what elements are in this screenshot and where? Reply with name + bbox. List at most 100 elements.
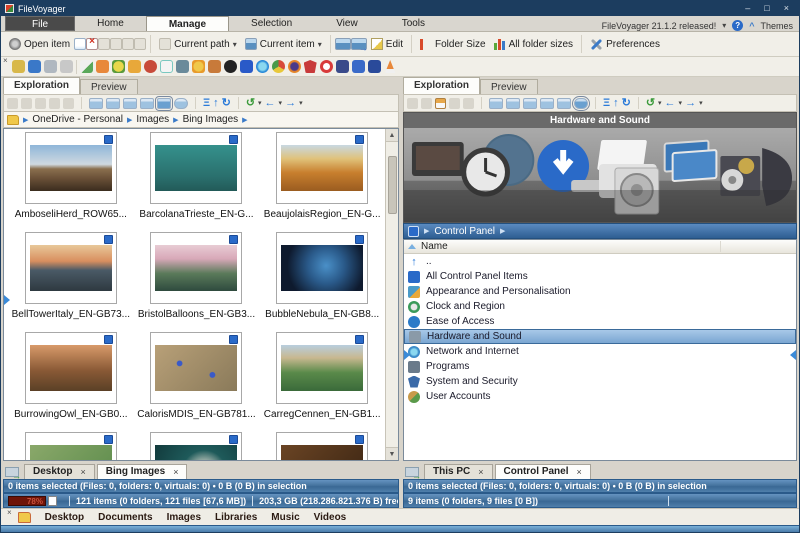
paste-icon[interactable] — [435, 98, 446, 109]
undo-icon[interactable] — [449, 98, 460, 109]
history-icon[interactable]: ↺ — [646, 98, 655, 109]
photos-icon[interactable] — [352, 60, 365, 73]
bottom-tab-desktop[interactable]: Desktop × — [24, 464, 95, 479]
file-item[interactable] — [134, 432, 260, 460]
back-icon[interactable]: ← — [665, 98, 676, 109]
minimize-icon[interactable]: – — [745, 1, 750, 16]
collapse-pane-left-icon[interactable] — [4, 295, 10, 305]
close-icon[interactable]: × — [784, 1, 789, 16]
view-thumbnails-icon[interactable] — [557, 98, 571, 109]
list-item[interactable]: Programs — [404, 359, 796, 374]
firefox-icon[interactable] — [288, 60, 301, 73]
view-tiles-icon[interactable] — [506, 98, 520, 109]
announcement-link[interactable]: FileVoyager 21.1.2 released! — [602, 21, 717, 31]
image-icon[interactable] — [60, 60, 73, 73]
quickbar-close-icon[interactable]: × — [3, 57, 8, 65]
left-tab-exploration[interactable]: Exploration — [3, 77, 80, 94]
collapse-pane-right-icon[interactable] — [790, 350, 796, 360]
list-item-up[interactable]: ↑.. — [404, 254, 796, 269]
tab-close-icon[interactable]: × — [173, 467, 178, 477]
edge-icon[interactable] — [256, 60, 269, 73]
fav-link-music[interactable]: Music — [271, 512, 299, 523]
tab-view[interactable]: View — [314, 16, 380, 31]
tab-selection[interactable]: Selection — [229, 16, 314, 31]
list-header[interactable]: Name — [404, 240, 796, 254]
back-caret-icon[interactable]: ▾ — [279, 99, 283, 107]
right-tab-preview[interactable]: Preview — [480, 79, 538, 94]
file-item[interactable]: CalorisMDIS_EN-GB781... — [134, 332, 260, 432]
bottom-tab-bing-images[interactable]: Bing Images × — [97, 464, 188, 479]
tab-home[interactable]: Home — [75, 16, 146, 31]
refresh-icon[interactable]: ↻ — [222, 98, 231, 109]
view-columns-icon[interactable] — [140, 98, 154, 109]
bottom-tab-this-pc[interactable]: This PC × — [424, 464, 493, 479]
document-user-icon[interactable] — [44, 60, 57, 73]
file-item[interactable] — [259, 432, 385, 460]
view-image-icon[interactable] — [335, 38, 351, 50]
tab-close-icon[interactable]: × — [478, 467, 483, 477]
help-blue-icon[interactable] — [240, 60, 253, 73]
forward-icon[interactable]: → — [285, 98, 296, 109]
bottom-tab-control-panel[interactable]: Control Panel × — [495, 464, 591, 479]
bank-icon[interactable] — [176, 60, 189, 73]
paste-icon[interactable] — [35, 98, 46, 109]
file-item[interactable]: CarregCennen_EN-GB1... — [259, 332, 385, 432]
file-item[interactable]: BristolBalloons_EN-GB3... — [134, 232, 260, 332]
opera-icon[interactable] — [320, 60, 333, 73]
view-details-icon[interactable] — [89, 98, 103, 109]
help-icon[interactable]: ? — [732, 20, 743, 31]
list-item[interactable]: Network and Internet — [404, 344, 796, 359]
collapse-all-icon[interactable]: Ξ — [603, 98, 610, 109]
preferences-button[interactable]: Preferences — [586, 36, 664, 53]
back-icon[interactable]: ← — [265, 98, 276, 109]
tab-manage[interactable]: Manage — [146, 16, 229, 31]
announcement-caret-icon[interactable]: ▾ — [722, 21, 726, 30]
forward-caret-icon[interactable]: ▾ — [299, 99, 303, 107]
tab-close-icon[interactable]: × — [80, 467, 85, 477]
list-item[interactable]: Appearance and Personalisation — [404, 284, 796, 299]
current-item-button[interactable]: Current item ▾ — [241, 36, 326, 52]
forward-icon[interactable]: → — [685, 98, 696, 109]
convert-image-icon[interactable] — [351, 38, 367, 50]
fav-link-libraries[interactable]: Libraries — [215, 512, 257, 523]
copy-icon[interactable] — [421, 98, 432, 109]
new-item-icon[interactable] — [74, 38, 86, 50]
file-item[interactable]: BeaujolaisRegion_EN-G... — [259, 132, 385, 232]
fav-link-videos[interactable]: Videos — [314, 512, 347, 523]
media-folder-icon[interactable] — [128, 60, 141, 73]
tab-file[interactable]: File — [5, 16, 75, 31]
back-caret-icon[interactable]: ▾ — [679, 99, 683, 107]
file-item[interactable]: BurrowingOwl_EN-GB0... — [8, 332, 134, 432]
tab-tools[interactable]: Tools — [380, 16, 447, 31]
left-tab-preview[interactable]: Preview — [80, 79, 138, 94]
record-icon[interactable] — [144, 60, 157, 73]
fav-link-desktop[interactable]: Desktop — [45, 512, 84, 523]
cloud-q-icon[interactable] — [160, 60, 173, 73]
folder-export-icon[interactable] — [208, 60, 221, 73]
go-up-icon[interactable]: ↑ — [213, 98, 219, 109]
list-item-selected[interactable]: Hardware and Sound — [404, 329, 796, 344]
cut-icon[interactable] — [7, 98, 18, 109]
cut-icon[interactable] — [407, 98, 418, 109]
display-icon[interactable] — [28, 60, 41, 73]
view-list-icon[interactable] — [123, 98, 137, 109]
archive-icon[interactable] — [12, 60, 25, 73]
view-tiles-icon[interactable] — [106, 98, 120, 109]
breadcrumb-onedrive[interactable]: OneDrive - Personal — [32, 114, 123, 125]
go-up-icon[interactable]: ↑ — [613, 98, 619, 109]
collapse-all-icon[interactable]: Ξ — [203, 98, 210, 109]
current-path-button[interactable]: Current path ▾ — [155, 36, 241, 52]
editor-icon[interactable] — [80, 60, 93, 73]
list-item[interactable]: Clock and Region — [404, 299, 796, 314]
verify-icon[interactable] — [134, 38, 146, 50]
dark-record-icon[interactable] — [224, 60, 237, 73]
list-item[interactable]: All Control Panel Items — [404, 269, 796, 284]
edit-button[interactable]: Edit — [367, 36, 407, 52]
file-item[interactable] — [8, 432, 134, 460]
open-item-button[interactable]: Open item — [5, 36, 74, 52]
breadcrumb-images[interactable]: Images — [136, 114, 169, 125]
refresh-icon[interactable]: ↻ — [622, 98, 631, 109]
delete-icon[interactable] — [463, 98, 474, 109]
delete-icon[interactable] — [63, 98, 74, 109]
scroll-up-icon[interactable]: ▲ — [386, 129, 399, 142]
